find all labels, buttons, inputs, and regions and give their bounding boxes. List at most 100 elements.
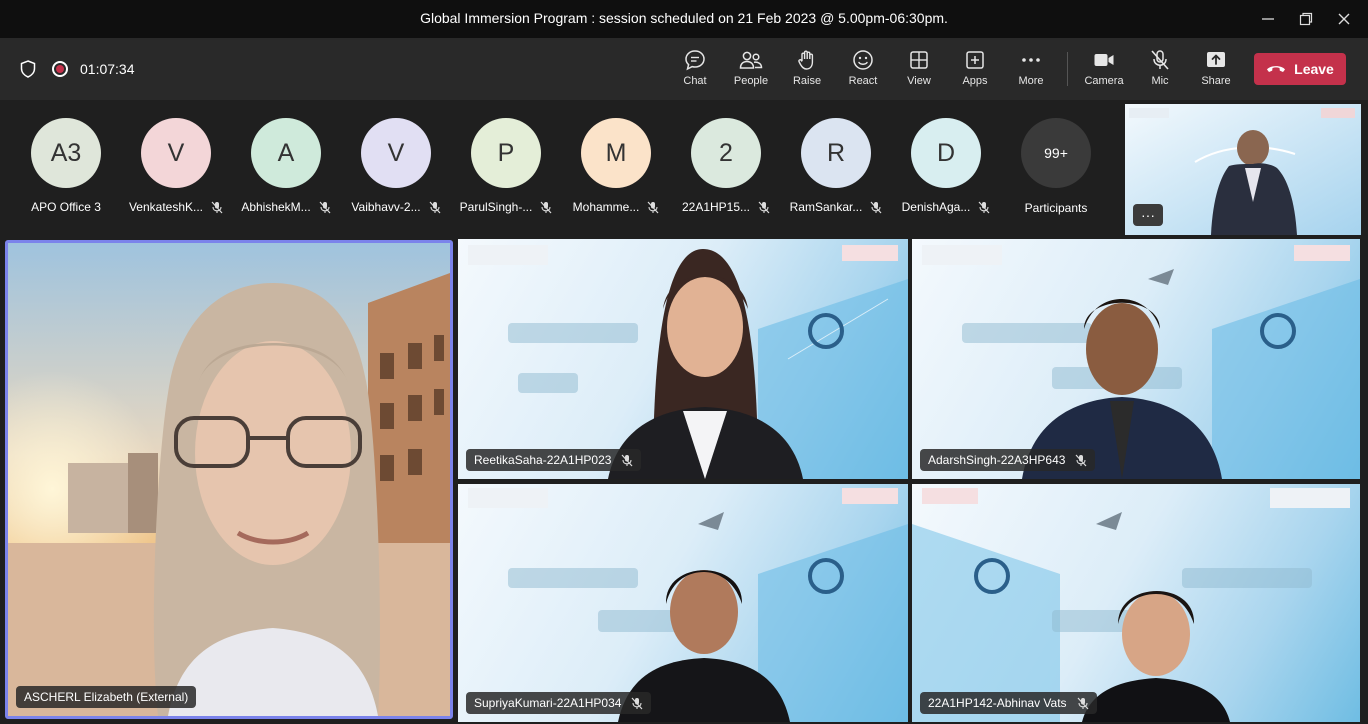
tile-name: 22A1HP142-Abhinav Vats	[928, 696, 1067, 710]
participant-item[interactable]: A AbhishekM...	[231, 118, 341, 214]
mic-off-icon	[211, 201, 223, 213]
participant-name-row: Mohamme...	[561, 200, 671, 214]
minimize-icon[interactable]	[1256, 8, 1280, 30]
window-title: Global Immersion Program : session sched…	[420, 10, 948, 26]
video-feed	[8, 243, 450, 716]
participant-item[interactable]: D DenishAga...	[891, 118, 1001, 214]
video-tile-adarsh[interactable]: AdarshSingh-22A3HP643	[912, 239, 1360, 479]
shield-icon	[20, 60, 36, 83]
apps-button[interactable]: Apps	[947, 47, 1003, 93]
participant-name-row: ParulSingh-...	[451, 200, 561, 214]
participant-name: RamSankar...	[789, 200, 863, 214]
self-view-video: ···	[1125, 104, 1361, 235]
avatar: V	[141, 118, 211, 188]
participant-name: 22A1HP15...	[681, 200, 751, 214]
participant-name-row: VenkateshK...	[121, 200, 231, 214]
chat-button[interactable]: Chat	[667, 47, 723, 93]
apps-label: Apps	[962, 75, 988, 87]
participant-item[interactable]: 2 22A1HP15...	[671, 118, 781, 214]
toolbar-divider	[1067, 52, 1068, 86]
participant-item[interactable]: R RamSankar...	[781, 118, 891, 214]
meeting-timer: 01:07:34	[80, 61, 135, 77]
participant-nametag: SupriyaKumari-22A1HP034	[466, 692, 652, 714]
apps-icon	[947, 47, 1003, 73]
raise-hand-button[interactable]: Raise	[779, 47, 835, 93]
participant-item[interactable]: M Mohamme...	[561, 118, 671, 214]
mic-off-icon	[1132, 47, 1188, 73]
video-tile-reetika[interactable]: ReetikaSaha-22A1HP023	[458, 239, 908, 479]
mic-button[interactable]: Mic	[1132, 47, 1188, 93]
mic-off-icon	[319, 201, 331, 213]
raise-label: Raise	[792, 75, 822, 87]
avatar: M	[581, 118, 651, 188]
leave-label: Leave	[1294, 61, 1334, 77]
participant-item[interactable]: V VenkateshK...	[121, 118, 231, 214]
participant-name: AbhishekM...	[241, 200, 311, 214]
mic-off-icon	[540, 201, 552, 213]
participant-name: Vaibhavv-2...	[351, 200, 421, 214]
raise-hand-icon	[779, 47, 835, 73]
mic-off-icon	[429, 201, 441, 213]
participant-name-row: DenishAga...	[891, 200, 1001, 214]
mic-off-icon	[1075, 454, 1087, 466]
mic-off-icon	[870, 201, 882, 213]
mic-off-icon	[1077, 697, 1088, 709]
video-feed	[912, 488, 1350, 722]
tile-name: ReetikaSaha-22A1HP023	[474, 453, 612, 467]
participant-name-row: APO Office 3	[11, 200, 121, 214]
mic-off-icon	[631, 697, 643, 709]
mic-label: Mic	[1151, 75, 1169, 87]
react-button[interactable]: React	[835, 47, 891, 93]
mic-off-icon	[647, 201, 659, 213]
camera-label: Camera	[1084, 75, 1124, 87]
self-view-more-button[interactable]: ···	[1133, 204, 1163, 226]
people-button[interactable]: People	[723, 47, 779, 93]
participant-name: Mohamme...	[572, 200, 640, 214]
video-tile-supriya[interactable]: SupriyaKumari-22A1HP034	[458, 484, 908, 722]
mic-off-icon	[621, 454, 633, 466]
avatar: A3	[31, 118, 101, 188]
video-tile-abhinav[interactable]: 22A1HP142-Abhinav Vats	[912, 484, 1360, 722]
participant-nametag: ReetikaSaha-22A1HP023	[466, 449, 642, 471]
people-icon	[723, 47, 779, 73]
more-label: More	[1018, 75, 1044, 87]
close-icon[interactable]	[1332, 8, 1356, 30]
participant-nametag: AdarshSingh-22A3HP643	[920, 449, 1096, 471]
maximize-icon[interactable]	[1294, 8, 1318, 30]
participant-item[interactable]: P ParulSingh-...	[451, 118, 561, 214]
view-label: View	[907, 75, 931, 87]
participant-name-row: 22A1HP15...	[671, 200, 781, 214]
camera-icon	[1076, 47, 1132, 73]
participant-name-row: Vaibhavv-2...	[341, 200, 451, 214]
participant-item[interactable]: V Vaibhavv-2...	[341, 118, 451, 214]
avatar: V	[361, 118, 431, 188]
view-button[interactable]: View	[891, 47, 947, 93]
tile-name: AdarshSingh-22A3HP643	[928, 453, 1066, 467]
tile-name: SupriyaKumari-22A1HP034	[474, 696, 622, 710]
share-label: Share	[1201, 75, 1231, 87]
video-feed	[922, 245, 1360, 479]
mic-off-icon	[978, 201, 990, 213]
avatar: 2	[691, 118, 761, 188]
react-icon	[835, 47, 891, 73]
camera-button[interactable]: Camera	[1076, 47, 1132, 93]
more-participants-button[interactable]: 99+	[1021, 118, 1091, 188]
chat-label: Chat	[683, 75, 707, 87]
react-label: React	[848, 75, 878, 87]
participant-nametag: ASCHERL Elizabeth (External)	[16, 686, 197, 708]
leave-button[interactable]: Leave	[1254, 53, 1346, 85]
chat-icon	[667, 47, 723, 73]
phone-hangup-icon	[1266, 61, 1286, 77]
share-button[interactable]: Share	[1188, 47, 1244, 93]
participant-item[interactable]: A3 APO Office 3	[11, 118, 121, 214]
avatar: A	[251, 118, 321, 188]
video-feed	[468, 488, 908, 722]
video-tile-ascherl[interactable]: ASCHERL Elizabeth (External)	[8, 243, 450, 716]
avatar: R	[801, 118, 871, 188]
participant-name: DenishAga...	[901, 200, 971, 214]
meeting-toolbar: 01:07:34 Chat People Raise React View Ap	[0, 38, 1368, 100]
recording-icon	[52, 61, 68, 77]
more-button[interactable]: More	[1003, 47, 1059, 93]
more-icon	[1003, 47, 1059, 73]
tile-name: ASCHERL Elizabeth (External)	[24, 690, 189, 704]
